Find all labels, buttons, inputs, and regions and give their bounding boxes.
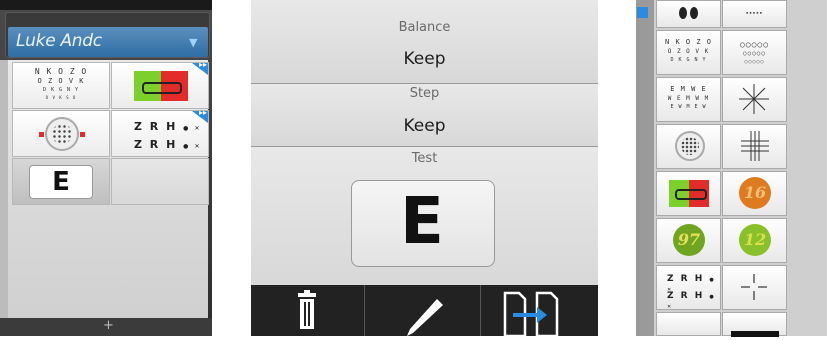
right-strip [636,0,654,336]
chart-partial[interactable] [656,312,721,336]
chart-row: N K O Z O [665,38,712,46]
chart-astigmatism[interactable] [12,110,110,157]
ring-symbol [675,189,707,200]
copy-forward-button[interactable] [481,285,598,338]
dot-pattern [52,124,72,144]
chart-lungs[interactable] [656,0,721,28]
chart-row: O Z O V K [667,48,710,55]
chart-cross-grid[interactable] [722,124,787,169]
fan-icon [739,84,769,114]
forward-badge-icon: ▸▸ [192,63,208,75]
edit-button[interactable] [365,285,480,336]
shape-icon [679,7,687,19]
chevron-down-icon[interactable]: ▼ [189,36,197,49]
step-section[interactable]: Step Keep [251,84,598,147]
chart-row: ○○○○○ [744,59,765,65]
user-name: Luke Andc [16,31,102,51]
chart-single-e[interactable]: E [12,158,110,205]
balance-value: Keep [403,49,446,69]
test-label: Test [411,151,438,166]
chart-row-text: Z R H [134,120,178,133]
test-section: Test E [251,147,598,285]
chart-row: Z R H ● ✕ [667,291,716,310]
chart-small-letters[interactable]: ▪▪▪▪▪ [722,0,787,28]
chart-zrh[interactable]: Z R H ● ✕ Z R H ● ✕ ▸▸ [111,110,209,157]
chart-row: W E M W M [667,95,710,102]
add-icon[interactable]: + [103,318,114,333]
shape-icon [690,7,698,19]
chart-partial[interactable] [722,312,787,337]
pen-icon [407,299,443,336]
step-label: Step [409,86,440,101]
chart-row-text: Z R H [667,291,705,301]
chart-row: O V K S O [45,95,77,100]
chart-row: D K G N Y [670,57,707,63]
copy-forward-icon [503,291,559,338]
ishihara-plate: 16 [739,177,771,209]
balance-section[interactable]: Balance Keep [251,0,598,84]
dark-bar [731,331,779,337]
chart-empty[interactable] [111,158,209,205]
chart-row: Z R H ● ✕ [134,120,202,133]
chart-ishihara-12[interactable]: 12 [722,218,787,263]
red-marker [39,132,44,137]
chart-fan[interactable] [722,77,787,122]
chart-ishihara-16[interactable]: 16 [722,171,787,216]
chart-zrh[interactable]: Z R H ● ✕ Z R H ● ✕ [656,265,721,310]
red-marker [80,132,85,137]
chart-cross[interactable] [722,265,787,310]
dot-pattern [681,137,699,155]
grid-icon [741,131,769,161]
test-letter: E [400,185,444,259]
chart-row: ○○○○○ [739,40,770,49]
top-bar [0,0,212,10]
selection-indicator [637,7,648,18]
chart-row: E W M E W [670,104,707,110]
cross-icon [741,274,767,300]
delete-button[interactable] [251,285,364,336]
chart-row: Z R H ● ✕ [134,138,202,151]
chart-row: D K G N Y [42,87,80,93]
chart-row: E M W E [670,85,707,93]
balance-label: Balance [398,20,451,35]
ishihara-plate: 12 [739,224,771,256]
chart-circles[interactable]: ○○○○○ ○○○○○ ○○○○○ [722,30,787,75]
chart-row: O Z O V K [37,77,85,85]
e-letter: E [52,167,70,197]
ishihara-plate: 97 [673,224,705,256]
chart-astigmatism[interactable] [656,124,721,169]
chart-row-text: Z R H [134,138,178,151]
chart-row: N K O Z O [34,67,88,76]
chart-red-green[interactable]: ▸▸ [111,62,209,109]
ring-symbol [142,82,182,94]
chart-ishihara-97[interactable]: 97 [656,218,721,263]
chart-e-letters[interactable]: E M W E W E M W M E W M E W [656,77,721,122]
chart-letters[interactable]: N K O Z O O Z O V K D K G N Y [656,30,721,75]
trash-icon [298,290,316,329]
step-value: Keep [403,116,446,136]
chart-letters[interactable]: N K O Z O O Z O V K D K G N Y O V K S O [12,62,110,109]
chart-red-green[interactable] [656,171,721,216]
chart-row: ▪▪▪▪▪ [745,10,764,15]
left-strip [0,60,8,336]
chart-row: ○○○○○ [742,50,767,57]
chart-row-text: Z R H [667,274,705,284]
